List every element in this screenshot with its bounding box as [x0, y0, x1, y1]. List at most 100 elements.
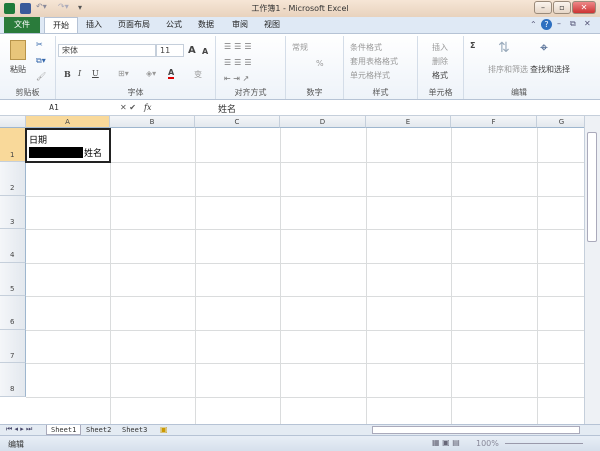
paste-icon[interactable]: [10, 40, 26, 60]
font-size-select[interactable]: 11: [156, 44, 184, 57]
find-select-button[interactable]: 查找和选择: [530, 64, 570, 75]
minimize-button[interactable]: –: [534, 1, 552, 14]
format-cells-button[interactable]: 格式: [432, 70, 448, 81]
insert-cells-button[interactable]: 插入: [432, 42, 448, 53]
sheet-tab-active[interactable]: Sheet1: [46, 425, 82, 435]
tab-formulas[interactable]: 公式: [158, 17, 190, 33]
copy-icon[interactable]: ⧉▾: [36, 56, 46, 66]
autosum-button[interactable]: Σ: [470, 41, 475, 50]
zoom-slider[interactable]: [505, 443, 583, 444]
workbook-restore-icon[interactable]: ⧉: [570, 19, 576, 29]
font-label: 字体: [127, 88, 144, 97]
cut-icon[interactable]: ✂: [36, 40, 43, 49]
ribbon: 粘贴 ✂ ⧉▾ 🖌 剪贴板 宋体 11 A A B I U ⊞▾ ◈▾ A 变 …: [0, 33, 600, 100]
vertical-scrollbar[interactable]: [584, 116, 600, 424]
status-mode: 编辑: [8, 440, 24, 449]
format-painter-icon[interactable]: 🖌: [36, 72, 46, 81]
vertical-align-icons[interactable]: ☰☰☰: [224, 42, 255, 51]
row-header[interactable]: 3: [0, 196, 26, 229]
select-all-button[interactable]: [0, 116, 26, 128]
zoom-level[interactable]: 100%: [476, 439, 499, 448]
cell-a1-line2: 姓名: [84, 149, 103, 159]
row-header[interactable]: 1: [0, 128, 26, 162]
row-header[interactable]: 7: [0, 330, 26, 363]
row-header[interactable]: 4: [0, 229, 26, 263]
delete-cells-button[interactable]: 删除: [432, 56, 448, 67]
row-header[interactable]: 8: [0, 363, 26, 397]
paste-button[interactable]: 粘贴: [10, 64, 26, 75]
percent-button[interactable]: %: [316, 59, 324, 68]
border-icon[interactable]: ⊞▾: [118, 69, 129, 78]
sheet-tab[interactable]: Sheet3: [118, 425, 151, 435]
sort-filter-icon[interactable]: ⇅: [498, 40, 510, 56]
tab-page-layout[interactable]: 页面布局: [110, 17, 158, 33]
insert-function-button[interactable]: fx: [144, 103, 151, 112]
sort-filter-button[interactable]: 排序和筛选: [488, 64, 528, 75]
horizontal-align-icons[interactable]: ☰☰☰: [224, 58, 255, 67]
sheet-tab[interactable]: Sheet2: [82, 425, 115, 435]
cell-styles-button[interactable]: 单元格样式: [350, 70, 390, 81]
row-header[interactable]: 6: [0, 296, 26, 330]
view-buttons[interactable]: ▦ ▣ ▤: [432, 438, 460, 447]
editing-label: 编辑: [511, 88, 527, 97]
cell-a1[interactable]: 日期 姓名: [25, 128, 111, 163]
tab-home[interactable]: 开始: [44, 17, 78, 33]
column-header[interactable]: F: [451, 116, 537, 128]
column-header[interactable]: C: [195, 116, 280, 128]
window-title: 工作簿1 - Microsoft Excel: [251, 4, 349, 13]
fill-color-icon[interactable]: ◈▾: [146, 69, 156, 78]
tab-view[interactable]: 视图: [256, 17, 288, 33]
cells-group: 插入 删除 格式 单元格: [418, 36, 464, 99]
format-as-table-button[interactable]: 套用表格格式: [350, 56, 398, 67]
cell-a1-line1: 日期: [29, 136, 48, 146]
cells-label: 单元格: [428, 88, 453, 97]
redacted-block: [29, 147, 83, 158]
title-bar: ↶▾ ↷▾ ▾ 工作簿1 - Microsoft Excel – ▫ ✕: [0, 0, 600, 17]
vertical-scroll-thumb[interactable]: [587, 132, 597, 242]
close-button[interactable]: ✕: [572, 1, 596, 14]
minimize-ribbon-icon[interactable]: ⌃: [530, 20, 537, 29]
font-color-button[interactable]: A: [168, 68, 175, 79]
shrink-font-button[interactable]: A: [202, 47, 208, 56]
clipboard-label: 剪贴板: [15, 88, 40, 97]
bold-button[interactable]: B: [64, 69, 71, 79]
column-header[interactable]: E: [366, 116, 451, 128]
styles-group: 条件格式 套用表格格式 单元格样式 样式: [344, 36, 418, 99]
tab-file[interactable]: 文件: [4, 17, 40, 33]
number-group: 常规 % 数字: [286, 36, 344, 99]
font-name-select[interactable]: 宋体: [58, 44, 156, 57]
name-box[interactable]: A1: [4, 102, 104, 114]
formula-bar: A1 ✕ ✔ fx 姓名: [0, 100, 600, 116]
tab-review[interactable]: 审阅: [224, 17, 256, 33]
workbook-close-icon[interactable]: ✕: [584, 19, 591, 28]
worksheet-grid[interactable]: A B C D E F G 1 2 3 4 5 6 7 8 日期 姓名: [0, 116, 584, 424]
tab-insert[interactable]: 插入: [78, 17, 110, 33]
find-icon[interactable]: ⌖: [540, 40, 548, 56]
column-header[interactable]: B: [110, 116, 195, 128]
maximize-button[interactable]: ▫: [553, 1, 571, 14]
grow-font-button[interactable]: A: [188, 45, 196, 56]
number-format-select[interactable]: 常规: [292, 42, 308, 53]
formula-input[interactable]: 姓名: [218, 102, 236, 115]
column-header[interactable]: A: [26, 116, 110, 128]
sheet-tab-bar: ⏮ ◂ ▸ ⏭ Sheet1 Sheet2 Sheet3 ▣: [0, 424, 600, 435]
alignment-group: ☰☰☰ ☰☰☰ ⇤ ⇥ ↗ 对齐方式: [216, 36, 286, 99]
insert-sheet-icon[interactable]: ▣: [160, 425, 168, 434]
cancel-enter-icons[interactable]: ✕ ✔: [120, 103, 136, 112]
column-header[interactable]: D: [280, 116, 366, 128]
horizontal-scrollbar[interactable]: [372, 426, 580, 434]
phonetic-button[interactable]: 变: [194, 69, 202, 80]
sheet-nav-arrows[interactable]: ⏮ ◂ ▸ ⏭: [6, 425, 32, 434]
underline-button[interactable]: U: [92, 69, 99, 78]
help-icon[interactable]: ?: [541, 19, 552, 30]
italic-button[interactable]: I: [78, 69, 81, 78]
indent-icons[interactable]: ⇤ ⇥ ↗: [224, 74, 249, 83]
row-header[interactable]: 5: [0, 263, 26, 296]
workbook-minimize-icon[interactable]: –: [557, 19, 561, 28]
status-bar: 编辑 ▦ ▣ ▤ 100%: [0, 435, 600, 451]
column-header[interactable]: G: [537, 116, 584, 128]
conditional-format-button[interactable]: 条件格式: [350, 42, 382, 53]
row-header[interactable]: 2: [0, 162, 26, 196]
ribbon-tabs: 文件 开始 插入 页面布局 公式 数据 审阅 视图 ⌃ ? – ⧉ ✕: [0, 17, 600, 33]
tab-data[interactable]: 数据: [190, 17, 222, 33]
